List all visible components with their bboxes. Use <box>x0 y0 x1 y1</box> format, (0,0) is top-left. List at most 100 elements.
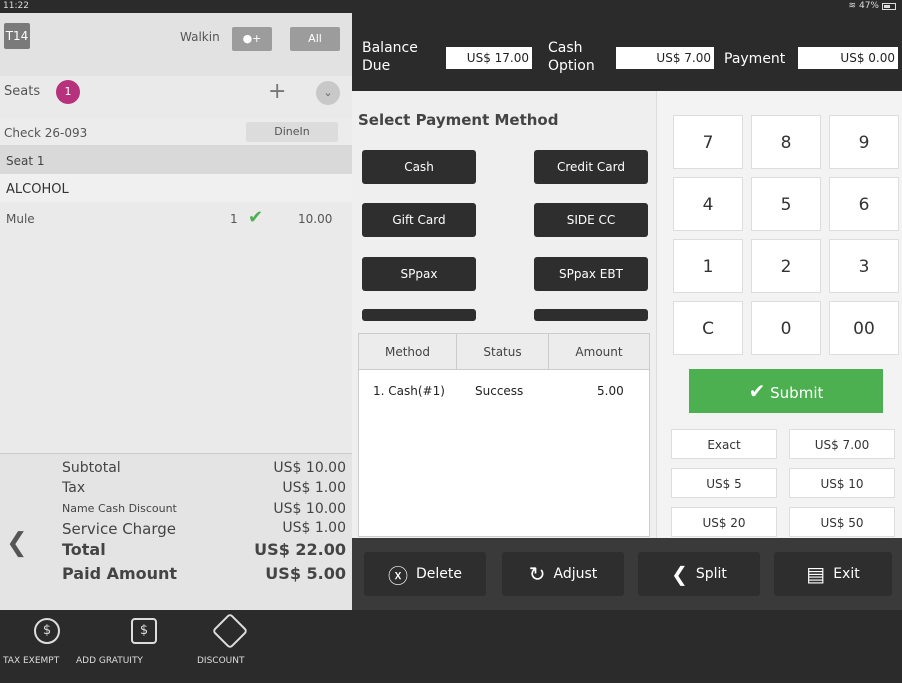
table-badge[interactable]: T14 <box>4 23 30 49</box>
total-label: Name Cash Discount <box>62 502 177 515</box>
key-6[interactable]: 6 <box>829 177 899 231</box>
check-icon: ✔ <box>248 207 264 228</box>
list-item[interactable]: Mule 1 ✔ 10.00 <box>0 202 352 232</box>
exit-label: Exit <box>833 566 860 582</box>
column-header: Method <box>359 334 457 370</box>
order-type-button[interactable]: DineIn <box>246 122 338 142</box>
total-label: Subtotal <box>62 460 121 476</box>
exact-amount-button[interactable]: Exact <box>671 429 777 459</box>
split-icon[interactable]: ❮ <box>6 528 28 558</box>
key-4[interactable]: 4 <box>673 177 743 231</box>
sppax-ebt-button[interactable]: SPpax EBT <box>534 257 648 291</box>
payments-table: Method Status Amount 1. Cash(#1) Success… <box>358 333 650 537</box>
delete-button[interactable]: ⓧ Delete <box>364 552 486 596</box>
check-number: Check 26-093 <box>4 126 88 140</box>
quick-amount-button[interactable]: US$ 10 <box>789 468 895 498</box>
balance-due-value: US$ 17.00 <box>446 47 532 69</box>
item-price: 10.00 <box>298 212 333 226</box>
key-1[interactable]: 1 <box>673 239 743 293</box>
filter-all-button[interactable]: All <box>290 27 340 51</box>
seats-label: Seats <box>4 84 41 99</box>
seat-count-badge[interactable]: 1 <box>56 80 80 104</box>
balance-bar: Balance Due US$ 17.00 Cash Option US$ 7.… <box>352 13 902 91</box>
payment-label: Payment <box>724 51 786 67</box>
exit-icon: ▤ <box>806 562 826 586</box>
total-value: US$ 5.00 <box>265 564 346 583</box>
key-8[interactable]: 8 <box>751 115 821 169</box>
item-qty: 1 <box>230 212 238 226</box>
add-seat-button[interactable]: + <box>268 81 286 103</box>
quick-amount-button[interactable]: US$ 50 <box>789 507 895 537</box>
total-label: Total <box>62 540 106 559</box>
quick-amount-button[interactable]: US$ 20 <box>671 507 777 537</box>
key-5[interactable]: 5 <box>751 177 821 231</box>
discount-label[interactable]: DISCOUNT <box>197 656 244 666</box>
label-line: Due <box>362 58 391 74</box>
seat-row[interactable]: Seat 1 <box>0 146 352 174</box>
category-row: ALCOHOL <box>0 174 352 202</box>
quick-amount-button[interactable]: US$ 5 <box>671 468 777 498</box>
submit-button[interactable]: ✔ Submit <box>689 369 883 413</box>
gift-card-button[interactable]: Gift Card <box>362 203 476 237</box>
battery-icon <box>882 2 896 10</box>
split-button[interactable]: ❮ Split <box>638 552 760 596</box>
column-header: Status <box>457 334 549 370</box>
clock: 11:22 <box>3 1 29 11</box>
total-label: Tax <box>62 480 86 496</box>
label-line: Option <box>548 58 595 74</box>
key-clear[interactable]: C <box>673 301 743 355</box>
total-value: US$ 10.00 <box>273 501 346 517</box>
side-cc-button[interactable]: SIDE CC <box>534 203 648 237</box>
order-header: T14 Walkin ●+ All <box>0 13 352 76</box>
keypad: 7 8 9 4 5 6 1 2 3 C 0 00 ✔ Submit Exact … <box>656 91 902 538</box>
adjust-button[interactable]: ↻ Adjust <box>502 552 624 596</box>
key-3[interactable]: 3 <box>829 239 899 293</box>
submit-label: Submit <box>770 384 824 402</box>
key-0[interactable]: 0 <box>751 301 821 355</box>
cash-button[interactable]: Cash <box>362 150 476 184</box>
seat-label: Seat 1 <box>6 154 45 168</box>
payment-method-cell: 1. Cash(#1) <box>373 384 445 398</box>
chevron-down-icon: ⌄ <box>323 86 333 99</box>
money-bag-icon[interactable]: $ <box>131 618 157 644</box>
tax-exempt-icon[interactable]: $ <box>34 618 60 644</box>
adjust-label: Adjust <box>553 566 598 582</box>
credit-card-button[interactable]: Credit Card <box>534 150 648 184</box>
bottom-toolbar: $ TAX EXEMPT $ ADD GRATUITY DISCOUNT <box>0 610 902 683</box>
more-payment-button[interactable] <box>362 309 476 321</box>
total-value: US$ 22.00 <box>254 540 346 559</box>
delete-label: Delete <box>416 566 462 582</box>
add-customer-button[interactable]: ●+ <box>232 27 272 51</box>
key-9[interactable]: 9 <box>829 115 899 169</box>
cash-option-label: Cash Option <box>548 39 595 75</box>
order-panel: T14 Walkin ●+ All Seats 1 + ⌄ Check 26-0… <box>0 13 352 610</box>
plus-icon: + <box>268 79 287 104</box>
key-7[interactable]: 7 <box>673 115 743 169</box>
totals-panel: ❮ Subtotal US$ 10.00 Tax US$ 1.00 Name C… <box>0 453 352 610</box>
key-00[interactable]: 00 <box>829 301 899 355</box>
status-bar: 11:22 ≋ 47% <box>0 0 902 13</box>
payment-method-panel: Select Payment Method Cash Credit Card G… <box>352 91 656 538</box>
add-gratuity-label[interactable]: ADD GRATUITY <box>76 656 143 666</box>
more-payment-button[interactable] <box>534 309 648 321</box>
paid-amount-line: Paid Amount US$ 5.00 <box>62 564 346 583</box>
key-2[interactable]: 2 <box>751 239 821 293</box>
quick-amount-button[interactable]: US$ 7.00 <box>789 429 895 459</box>
customer-label: Walkin <box>180 30 220 44</box>
expand-button[interactable]: ⌄ <box>316 81 340 105</box>
subtotal-line: Subtotal US$ 10.00 <box>62 460 346 476</box>
tax-exempt-label[interactable]: TAX EXEMPT <box>3 656 59 666</box>
total-label: Service Charge <box>62 520 177 538</box>
service-charge-line: Service Charge US$ 1.00 <box>62 520 346 538</box>
category-label: ALCOHOL <box>6 182 69 197</box>
sppax-button[interactable]: SPpax <box>362 257 476 291</box>
total-line: Total US$ 22.00 <box>62 540 346 559</box>
split-icon: ❮ <box>671 562 688 586</box>
tag-icon[interactable] <box>211 612 249 650</box>
tax-line: Tax US$ 1.00 <box>62 480 346 496</box>
section-title: Select Payment Method <box>358 111 559 129</box>
action-bar: ⓧ Delete ↻ Adjust ❮ Split ▤ Exit <box>352 538 902 610</box>
check-row: Check 26-093 DineIn <box>0 118 352 146</box>
exit-button[interactable]: ▤ Exit <box>774 552 892 596</box>
table-header: Method Status Amount <box>359 334 649 370</box>
